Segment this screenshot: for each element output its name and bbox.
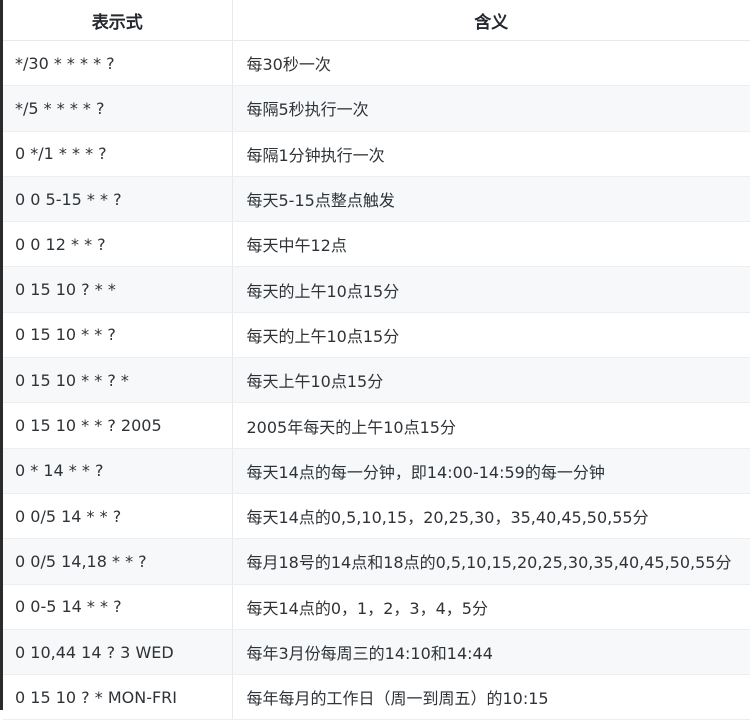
meaning-cell: 每天的上午10点15分: [232, 266, 750, 313]
meaning-cell: 每天14点的0,5,10,15，20,25,30，35,40,45,50,55分: [232, 493, 750, 540]
table-row: 0 10,44 14 ? 3 WED 每年3月份每周三的14:10和14:44: [3, 629, 750, 676]
expression-cell: 0 15 10 * * ? 2005: [3, 402, 233, 449]
expression-cell: 0 0/5 14,18 * * ?: [3, 538, 233, 585]
header-row: 表示式 含义: [3, 0, 750, 41]
cron-table-container: 表示式 含义 */30 * * * * ? 每30秒一次 */5 * * * *…: [0, 0, 750, 720]
expression-cell: 0 0 5-15 * * ?: [3, 176, 233, 223]
expression-cell: */30 * * * * ?: [3, 40, 233, 87]
table-row: 0 0/5 14,18 * * ? 每月18号的14点和18点的0,5,10,1…: [3, 538, 750, 585]
meaning-cell: 每年3月份每周三的14:10和14:44: [232, 629, 750, 676]
meaning-cell: 每月18号的14点和18点的0,5,10,15,20,25,30,35,40,4…: [232, 538, 750, 585]
expression-cell: 0 15 10 ? * *: [3, 266, 233, 313]
table-row: 0 15 10 * * ? 2005 2005年每天的上午10点15分: [3, 402, 750, 449]
table-row: */30 * * * * ? 每30秒一次: [3, 40, 750, 87]
table-row: */5 * * * * ? 每隔5秒执行一次: [3, 85, 750, 132]
table-row: 0 0 12 * * ? 每天中午12点: [3, 221, 750, 268]
meaning-cell: 每天5-15点整点触发: [232, 176, 750, 223]
cron-expression-table: 表示式 含义 */30 * * * * ? 每30秒一次 */5 * * * *…: [3, 0, 750, 720]
table-row: 0 15 10 * * ? 每天的上午10点15分: [3, 312, 750, 359]
meaning-cell: 每年每月的工作日（周一到周五）的10:15: [232, 674, 750, 720]
expression-cell: 0 */1 * * * ?: [3, 131, 233, 177]
table-row: 0 0/5 14 * * ? 每天14点的0,5,10,15，20,25,30，…: [3, 493, 750, 540]
meaning-cell: 每隔1分钟执行一次: [232, 131, 750, 177]
expression-cell: 0 0/5 14 * * ?: [3, 493, 233, 540]
table-row: 0 */1 * * * ? 每隔1分钟执行一次: [3, 131, 750, 177]
table-row: 0 * 14 * * ? 每天14点的每一分钟，即14:00-14:59的每一分…: [3, 448, 750, 494]
meaning-cell: 每天的上午10点15分: [232, 312, 750, 359]
expression-cell: */5 * * * * ?: [3, 85, 233, 132]
meaning-cell: 每天中午12点: [232, 221, 750, 268]
table-row: 0 15 10 ? * MON-FRI 每年每月的工作日（周一到周五）的10:1…: [3, 674, 750, 720]
expression-cell: 0 15 10 ? * MON-FRI: [3, 674, 233, 720]
expression-cell: 0 0 12 * * ?: [3, 221, 233, 268]
meaning-cell: 每隔5秒执行一次: [232, 85, 750, 132]
table-body: */30 * * * * ? 每30秒一次 */5 * * * * ? 每隔5秒…: [3, 40, 750, 720]
expression-cell: 0 10,44 14 ? 3 WED: [3, 629, 233, 676]
header-expression: 表示式: [3, 0, 233, 41]
header-meaning: 含义: [232, 0, 750, 41]
expression-cell: 0 * 14 * * ?: [3, 448, 233, 494]
meaning-cell: 每天14点的每一分钟，即14:00-14:59的每一分钟: [232, 448, 750, 494]
table-row: 0 0-5 14 * * ? 每天14点的0，1，2，3，4，5分: [3, 584, 750, 630]
expression-cell: 0 15 10 * * ? *: [3, 357, 233, 404]
table-row: 0 0 5-15 * * ? 每天5-15点整点触发: [3, 176, 750, 223]
table-row: 0 15 10 ? * * 每天的上午10点15分: [3, 266, 750, 313]
meaning-cell: 每30秒一次: [232, 40, 750, 87]
expression-cell: 0 0-5 14 * * ?: [3, 584, 233, 630]
meaning-cell: 每天上午10点15分: [232, 357, 750, 404]
table-row: 0 15 10 * * ? * 每天上午10点15分: [3, 357, 750, 404]
meaning-cell: 每天14点的0，1，2，3，4，5分: [232, 584, 750, 630]
meaning-cell: 2005年每天的上午10点15分: [232, 402, 750, 449]
expression-cell: 0 15 10 * * ?: [3, 312, 233, 359]
table-header: 表示式 含义: [3, 0, 750, 41]
